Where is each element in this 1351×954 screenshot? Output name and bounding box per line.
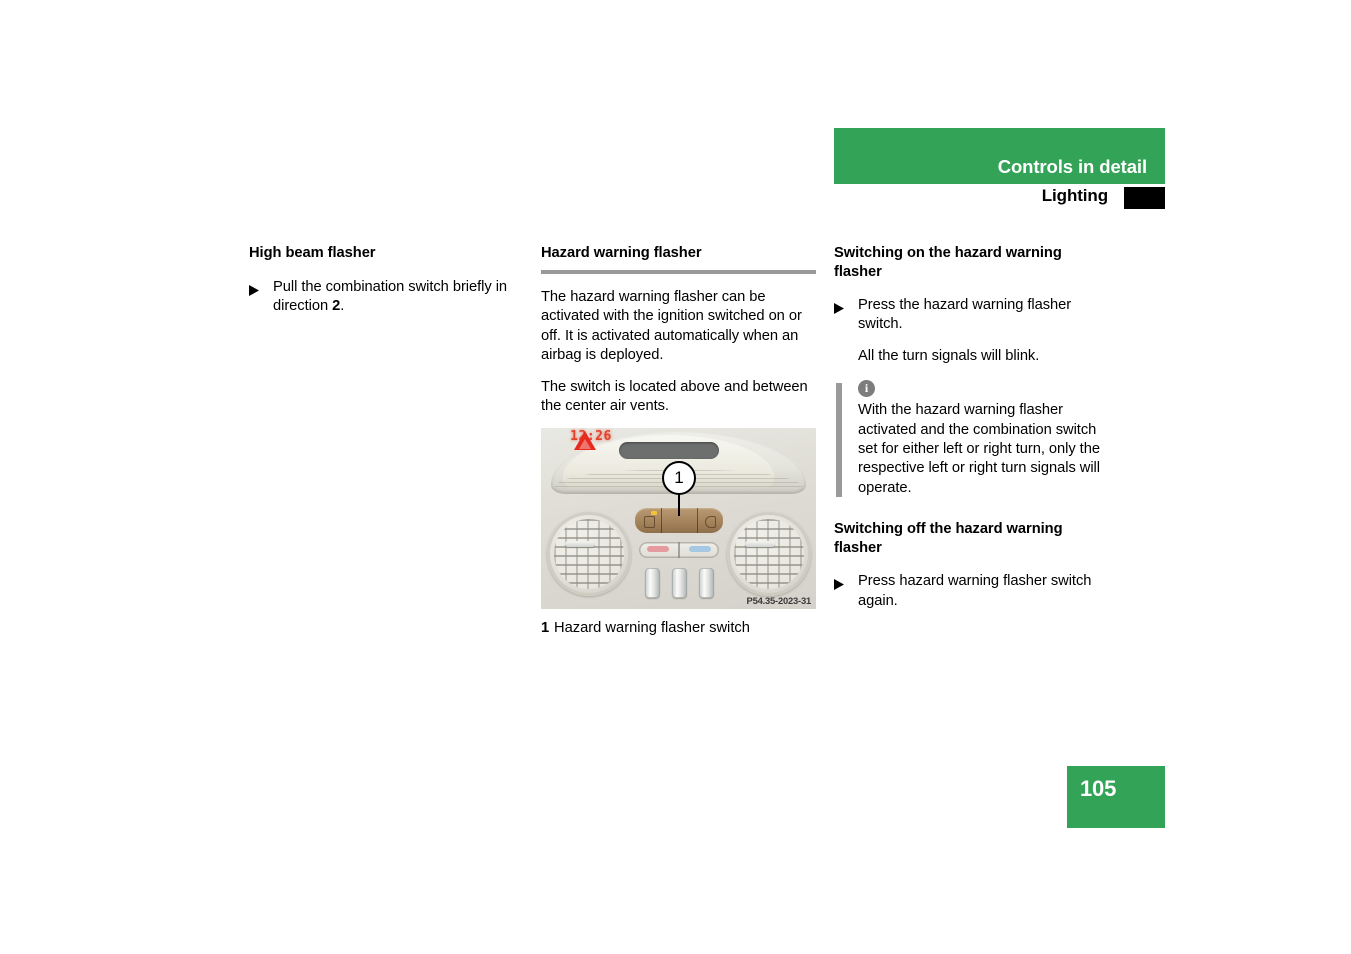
- page-number-box: 105: [1067, 766, 1165, 828]
- figure-caption: 1 Hazard warning flasher switch: [541, 619, 816, 638]
- page-number: 105: [1080, 776, 1117, 801]
- info-note-accent-bar: [836, 383, 842, 498]
- heading-switching-on: Switching on the hazard warning flasher: [834, 245, 1062, 280]
- temperature-cold-bar: [689, 546, 711, 553]
- list-item-text-before: Pull the combination switch briefly in d…: [273, 279, 508, 315]
- info-icon: i: [858, 380, 875, 398]
- figure-hazard-switch: 12:26 1 P54.35-2023-31 1 Hazard warning …: [541, 428, 816, 638]
- column-three: Switching on the hazard warning flasher …: [834, 244, 1109, 611]
- list-item: Press hazard warning flasher switch agai…: [834, 572, 1109, 611]
- temperature-indicator-strip: [639, 542, 719, 559]
- list-item-text: Press hazard warning flasher switch agai…: [858, 573, 1092, 609]
- air-vent-right-ribs: [734, 519, 804, 590]
- list-item-text-after: .: [340, 298, 345, 315]
- climate-control-sliders: [645, 568, 715, 600]
- chapter-title: Controls in detail: [997, 156, 1147, 177]
- temperature-center-mark: [678, 542, 680, 559]
- climate-slider-three: [699, 568, 714, 599]
- figure-caption-text: Hazard warning flasher switch: [554, 620, 750, 637]
- temperature-hot-bar: [647, 546, 669, 553]
- hazard-warning-triangle-inner: [579, 439, 591, 450]
- air-vent-left-ribs: [554, 519, 624, 590]
- thumb-tab-marker: [1124, 187, 1165, 209]
- figure-reference-code: P54.35-2023-31: [746, 595, 812, 607]
- air-vent-right-adjuster: [745, 541, 775, 548]
- climate-slider-one: [645, 568, 660, 599]
- column-one: High beam flasher Pull the combination s…: [249, 244, 524, 317]
- result-text-turn-signals: All the turn signals will blink.: [858, 347, 1040, 364]
- paragraph-hazard-description: The hazard warning flasher can be activa…: [541, 289, 802, 364]
- page-header-banner: Controls in detail: [834, 128, 1165, 184]
- central-locking-lock-icon: [644, 516, 655, 529]
- section-title-row: Lighting: [834, 186, 1165, 210]
- column-two: Hazard warning flasher The hazard warnin…: [541, 244, 816, 639]
- section-title: Lighting: [1041, 186, 1108, 205]
- info-note: i With the hazard warning flasher activa…: [834, 380, 1109, 498]
- heading-hazard-warning-flasher: Hazard warning flasher: [541, 245, 702, 261]
- switch-divider-left: [661, 508, 662, 534]
- list-item: Pull the combination switch briefly in d…: [249, 278, 524, 317]
- list-item-text: Press the hazard warning flasher switch.: [858, 297, 1072, 333]
- air-vent-right: [727, 512, 811, 597]
- switch-divider-right: [697, 508, 698, 534]
- air-vent-left-adjuster: [565, 541, 595, 548]
- climate-slider-two: [672, 568, 687, 599]
- bullet-triangle-icon: [249, 278, 273, 296]
- central-locking-unlock-icon: [705, 516, 716, 529]
- amber-indicator-led: [651, 511, 657, 516]
- bullet-triangle-icon: [834, 296, 858, 314]
- heading-switching-off: Switching off the hazard warning flasher: [834, 521, 1063, 557]
- list-item: Press the hazard warning flasher switch.: [834, 296, 1109, 335]
- paragraph-switch-location: The switch is located above and between …: [541, 378, 808, 415]
- air-vent-left: [547, 512, 631, 597]
- heading-high-beam-flasher: High beam flasher: [249, 245, 376, 261]
- callout-leader-line: [678, 491, 681, 517]
- list-item-text: Pull the combination switch briefly in d…: [273, 278, 524, 317]
- figure-image-center-console: 12:26 1 P54.35-2023-31: [541, 428, 816, 610]
- bullet-triangle-icon: [834, 572, 858, 591]
- info-note-text: With the hazard warning flasher activate…: [858, 402, 1100, 496]
- figure-caption-number: 1: [541, 620, 550, 637]
